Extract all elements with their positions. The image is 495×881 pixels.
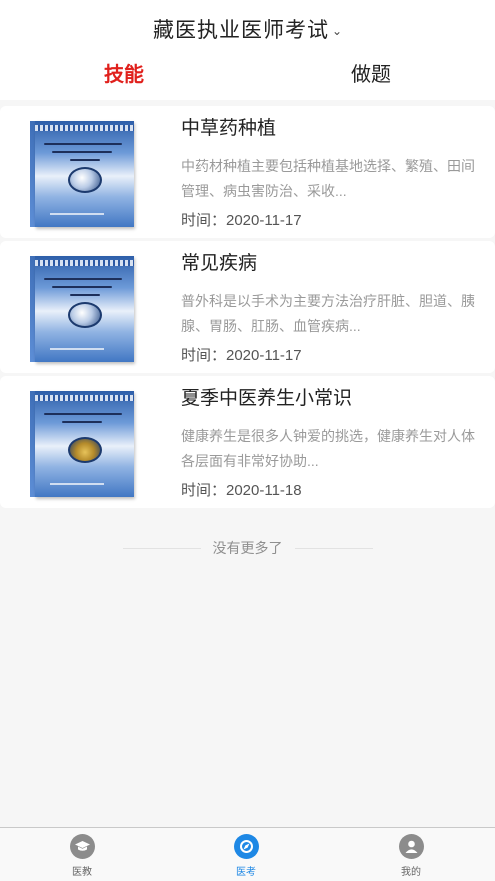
chevron-down-icon: ⌄ <box>331 24 343 38</box>
divider <box>294 547 373 549</box>
article-card[interactable]: 常见疾病 普外科是以手术为主要方法治疗肝脏、胆道、胰腺、胃肠、肛肠、血管疾病..… <box>0 241 495 373</box>
article-card[interactable]: 中草药种植 中药材种植主要包括种植基地选择、繁殖、田间管理、病虫害防治、采收..… <box>0 106 495 238</box>
article-description: 中药材种植主要包括种植基地选择、繁殖、田间管理、病虫害防治、采收... <box>181 158 475 199</box>
tab-skill[interactable]: 技能 <box>104 56 144 94</box>
nav-item-education[interactable]: 医教 <box>52 834 112 878</box>
list-end-indicator: 没有更多了 <box>0 537 495 559</box>
page-title: 藏医执业医师考试 <box>152 19 329 42</box>
divider <box>122 547 201 549</box>
bottom-nav: 医教 医考 我的 <box>0 827 495 881</box>
exam-selector[interactable]: 藏医执业医师考试 ⌄ <box>0 12 495 46</box>
no-more-text: 没有更多了 <box>212 540 283 556</box>
nav-label-education: 医教 <box>72 867 92 878</box>
tab-bar: 技能 做题 <box>0 56 495 96</box>
article-date: 时间：2020-11-18 <box>181 482 302 499</box>
nav-label-profile: 我的 <box>401 867 421 878</box>
article-title: 常见疾病 <box>181 253 258 274</box>
article-date: 时间：2020-11-17 <box>181 212 302 229</box>
header: 藏医执业医师考试 ⌄ 技能 做题 <box>0 0 495 100</box>
nav-item-exam[interactable]: 医考 <box>216 834 276 878</box>
article-card[interactable]: 夏季中医养生小常识 健康养生是很多人钟爱的挑选，健康养生对人体各层面有非常好协助… <box>0 376 495 508</box>
article-title: 夏季中医养生小常识 <box>181 388 353 409</box>
user-icon <box>398 834 424 859</box>
nav-item-profile[interactable]: 我的 <box>381 834 441 878</box>
book-cover-icon <box>30 121 134 227</box>
article-description: 普外科是以手术为主要方法治疗肝脏、胆道、胰腺、胃肠、肛肠、血管疾病... <box>181 293 475 334</box>
tab-practice[interactable]: 做题 <box>351 56 391 94</box>
article-date: 时间：2020-11-17 <box>181 347 302 364</box>
app-screen: 藏医执业医师考试 ⌄ 技能 做题 中草药种植 中药材种植主要包括种植基地选择、繁… <box>0 0 495 881</box>
book-cover-icon <box>30 391 134 497</box>
graduation-cap-icon <box>69 834 95 859</box>
nav-label-exam: 医考 <box>236 867 256 878</box>
article-description: 健康养生是很多人钟爱的挑选，健康养生对人体各层面有非常好协助... <box>181 428 475 469</box>
compass-icon <box>233 834 259 859</box>
article-title: 中草药种植 <box>181 118 277 139</box>
book-cover-icon <box>30 256 134 362</box>
